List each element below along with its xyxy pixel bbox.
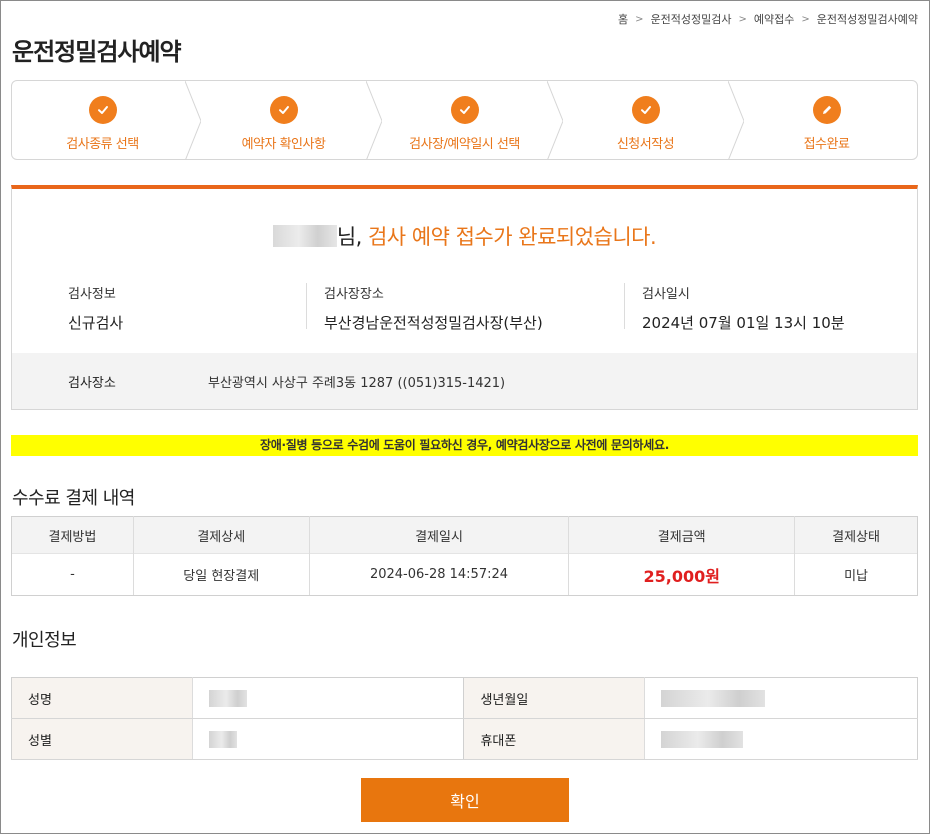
personal-section-title: 개인정보	[12, 630, 77, 651]
column-header: 결제일시	[309, 516, 570, 554]
masked-birthdate	[661, 689, 766, 707]
divider	[624, 283, 625, 329]
step-divider-arrow	[728, 81, 744, 159]
chevron-right-icon: >	[801, 13, 810, 25]
step-label: 검사장/예약일시 선택	[409, 137, 520, 152]
check-icon	[631, 96, 660, 124]
chevron-right-icon: >	[635, 13, 644, 25]
confirm-button[interactable]: 확인	[361, 778, 569, 822]
name-value	[192, 677, 464, 719]
payment-amount: 25,000원	[643, 566, 720, 586]
phone-value	[644, 718, 918, 760]
masked-gender	[208, 730, 237, 748]
field-label: 휴대폰	[463, 718, 646, 760]
column-header: 결제상태	[794, 516, 918, 554]
payment-amount-cell: 25,000원	[568, 553, 796, 596]
step-divider-arrow	[185, 81, 201, 159]
pencil-icon	[812, 96, 841, 124]
check-icon	[88, 96, 117, 124]
info-exam-datetime: 검사일시 2024년 07월 01일 13시 10분	[642, 283, 845, 333]
table-row: 성명 생년월일	[11, 677, 918, 719]
fee-table: 결제방법 결제상세 결제일시 결제금액 결제상태 - 당일 현장결제 2024-…	[11, 516, 918, 596]
breadcrumb-current: 운전적성정밀검사예약	[816, 13, 918, 26]
field-label: 생년월일	[463, 677, 646, 719]
field-label: 성별	[11, 718, 193, 760]
gender-value	[192, 718, 464, 760]
breadcrumb-item[interactable]: 예약접수	[754, 11, 794, 27]
name-suffix: 님,	[336, 225, 368, 249]
page-title: 운전정밀검사예약	[12, 38, 182, 66]
reservation-result-panel: 님, 검사 예약 접수가 완료되었습니다. 검사정보 신규검사 검사장장소 부산…	[11, 185, 918, 410]
info-value: 신규검사	[68, 314, 124, 332]
info-exam-type: 검사정보 신규검사	[68, 283, 123, 333]
payment-datetime: 2024-06-28 14:57:24	[309, 553, 570, 596]
info-label: 검사정보	[68, 287, 116, 302]
breadcrumb: 홈 > 운전적성정밀검사 > 예약접수 > 운전적성정밀검사예약	[618, 11, 918, 27]
step-2: 예약자 확인사항	[193, 81, 382, 159]
birthdate-value	[644, 677, 918, 719]
column-header: 결제방법	[11, 516, 134, 554]
breadcrumb-item[interactable]: 운전적성정밀검사	[651, 11, 732, 27]
address-value: 부산광역시 사상구 주례3동 1287 ((051)315-1421)	[208, 375, 506, 391]
column-header: 결제상세	[133, 516, 310, 554]
table-row: - 당일 현장결제 2024-06-28 14:57:24 25,000원 미납	[11, 553, 918, 596]
masked-name	[272, 225, 337, 247]
completion-message: 님, 검사 예약 접수가 완료되었습니다.	[12, 221, 917, 251]
assistance-notice: 장애·질병 등으로 수검에 도움이 필요하신 경우, 예약검사장으로 사전에 문…	[11, 435, 918, 456]
table-row: 성별 휴대폰	[11, 718, 918, 760]
reservation-info-row: 검사정보 신규검사 검사장장소 부산경남운전적성정밀검사장(부산) 검사일시 2…	[12, 283, 917, 333]
payment-method: -	[11, 553, 134, 596]
progress-steps: 검사종류 선택 예약자 확인사항 검사장/예약일시 선택 신청서작성 접수완료	[11, 80, 918, 160]
step-4: 신청서작성	[555, 81, 744, 159]
breadcrumb-home[interactable]: 홈	[618, 11, 628, 27]
payment-detail: 당일 현장결제	[133, 553, 310, 596]
check-icon	[269, 96, 298, 124]
step-1: 검사종류 선택	[12, 81, 201, 159]
info-exam-center: 검사장장소 부산경남운전적성정밀검사장(부산)	[324, 283, 543, 333]
info-label: 검사장장소	[324, 287, 384, 302]
masked-name	[208, 689, 247, 707]
column-header: 결제금액	[568, 516, 796, 554]
completion-text: 검사 예약 접수가 완료되었습니다.	[367, 225, 657, 249]
check-icon	[450, 96, 479, 124]
chevron-right-icon: >	[738, 13, 747, 25]
step-label: 검사종류 선택	[66, 137, 139, 152]
divider	[306, 283, 307, 329]
field-label: 성명	[11, 677, 193, 719]
step-5: 접수완료	[736, 81, 917, 159]
payment-status: 미납	[794, 553, 918, 596]
step-divider-arrow	[366, 81, 382, 159]
step-label: 신청서작성	[616, 137, 675, 152]
table-header-row: 결제방법 결제상세 결제일시 결제금액 결제상태	[11, 516, 918, 554]
personal-info-table: 성명 생년월일 성별 휴대폰	[11, 677, 918, 760]
address-label: 검사장소	[68, 375, 116, 391]
step-label: 예약자 확인사항	[241, 137, 326, 152]
step-divider-arrow	[547, 81, 563, 159]
address-bar: 검사장소 부산광역시 사상구 주례3동 1287 ((051)315-1421)	[12, 353, 917, 409]
step-label: 접수완료	[803, 137, 850, 152]
info-value: 부산경남운전적성정밀검사장(부산)	[324, 314, 543, 332]
masked-phone	[661, 730, 744, 748]
info-label: 검사일시	[642, 287, 690, 302]
step-3: 검사장/예약일시 선택	[374, 81, 563, 159]
fee-section-title: 수수료 결제 내역	[12, 488, 135, 509]
info-value: 2024년 07월 01일 13시 10분	[642, 314, 845, 332]
